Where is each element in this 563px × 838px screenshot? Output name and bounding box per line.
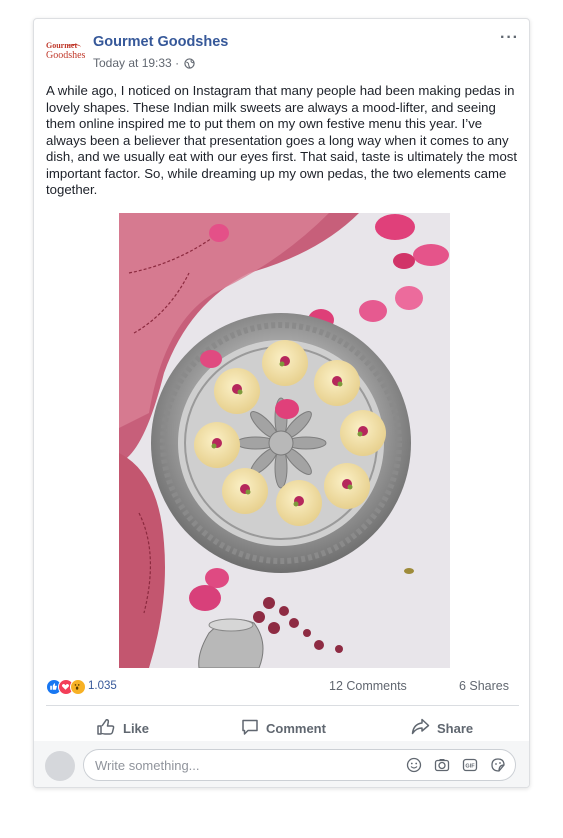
globe-icon[interactable] [184, 58, 196, 72]
page-logo[interactable]: Gourmet Goodshes [46, 41, 85, 63]
comment-composer: Write something... GIF [34, 741, 529, 787]
gif-icon[interactable]: GIF [462, 757, 478, 773]
wow-icon [70, 679, 86, 695]
emoji-icon[interactable] [406, 757, 422, 773]
comments-count[interactable]: 12 Comments [329, 679, 407, 693]
shares-count[interactable]: 6 Shares [459, 679, 509, 693]
share-arrow-icon [411, 718, 430, 738]
svg-text:GIF: GIF [465, 764, 475, 770]
post-card: Gourmet Goodshes Gourmet Goodshes Today … [33, 18, 530, 788]
post-header: Gourmet Goodshes Gourmet Goodshes Today … [34, 19, 529, 79]
post-photo[interactable] [119, 213, 450, 668]
like-label: Like [123, 720, 150, 736]
avatar[interactable] [45, 751, 75, 781]
page-name-link[interactable]: Gourmet Goodshes [93, 34, 228, 50]
comment-input[interactable]: Write something... GIF [83, 749, 516, 781]
camera-icon[interactable] [434, 757, 450, 773]
comment-bubble-icon [241, 718, 259, 739]
post-timestamp[interactable]: Today at 19:33 [93, 56, 172, 70]
thumbs-up-icon [96, 718, 116, 739]
reactions-summary: 1.035 12 Comments 6 Shares [46, 677, 519, 697]
comment-placeholder: Write something... [95, 758, 200, 773]
reaction-count[interactable]: 1.035 [88, 680, 117, 692]
more-options-icon[interactable]: ··· [500, 29, 519, 47]
post-text: A while ago, I noticed on Instagram that… [46, 83, 518, 197]
post-meta: Today at 19:33 · [93, 56, 196, 72]
sticker-icon[interactable] [490, 757, 506, 773]
meta-separator: · [171, 56, 183, 70]
divider [46, 705, 519, 706]
comment-label: Comment [266, 720, 326, 736]
share-label: Share [437, 720, 474, 736]
